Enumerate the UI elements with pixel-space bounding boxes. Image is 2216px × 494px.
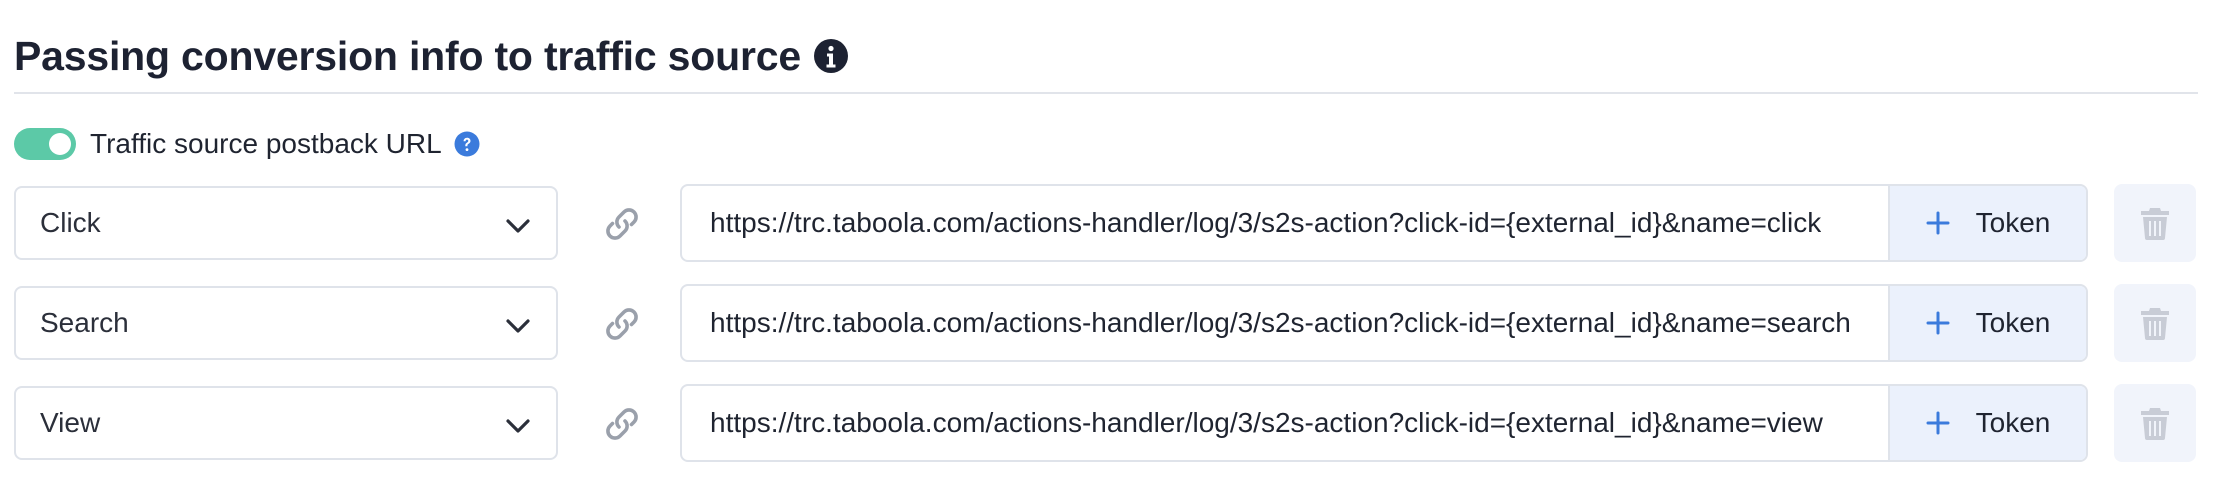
section-title-wrap: Passing conversion info to traffic sourc… bbox=[14, 28, 2198, 84]
event-select-value: Search bbox=[40, 307, 129, 338]
postback-url-field[interactable]: https://trc.taboola.com/actions-handler/… bbox=[680, 284, 2088, 362]
add-token-button[interactable]: Token bbox=[1888, 286, 2086, 360]
trash-icon bbox=[2141, 408, 2169, 440]
delete-row-button[interactable] bbox=[2114, 184, 2196, 262]
delete-row-button[interactable] bbox=[2114, 284, 2196, 362]
section-title: Passing conversion info to traffic sourc… bbox=[14, 33, 801, 79]
toggle-knob bbox=[49, 133, 71, 155]
add-token-label: Token bbox=[1975, 207, 2051, 238]
postback-url-input[interactable]: https://trc.taboola.com/actions-handler/… bbox=[682, 186, 1888, 260]
postback-toggle-row: Traffic source postback URL bbox=[14, 122, 480, 166]
link-icon bbox=[606, 308, 638, 340]
chevron-down-icon bbox=[506, 419, 530, 433]
add-token-button[interactable]: Token bbox=[1888, 386, 2086, 460]
postback-url-value: https://trc.taboola.com/actions-handler/… bbox=[710, 307, 1851, 338]
postback-url-input[interactable]: https://trc.taboola.com/actions-handler/… bbox=[682, 386, 1888, 460]
delete-row-button[interactable] bbox=[2114, 384, 2196, 462]
add-token-label: Token bbox=[1975, 407, 2051, 438]
postback-url-field[interactable]: https://trc.taboola.com/actions-handler/… bbox=[680, 184, 2088, 262]
chevron-down-icon bbox=[506, 219, 530, 233]
section-header: Passing conversion info to traffic sourc… bbox=[14, 28, 2198, 94]
postback-toggle[interactable] bbox=[14, 128, 76, 160]
trash-icon bbox=[2141, 208, 2169, 240]
postback-url-input[interactable]: https://trc.taboola.com/actions-handler/… bbox=[682, 286, 1888, 360]
link-icon bbox=[606, 408, 638, 440]
add-token-button[interactable]: Token bbox=[1888, 186, 2086, 260]
event-select[interactable]: View bbox=[14, 386, 558, 460]
add-token-label: Token bbox=[1975, 307, 2051, 338]
question-circle-icon[interactable] bbox=[454, 131, 480, 157]
event-select[interactable]: Click bbox=[14, 186, 558, 260]
postback-toggle-label: Traffic source postback URL bbox=[90, 128, 442, 159]
link-icon bbox=[606, 208, 638, 240]
trash-icon bbox=[2141, 308, 2169, 340]
event-select[interactable]: Search bbox=[14, 286, 558, 360]
info-circle-icon[interactable] bbox=[813, 38, 849, 74]
plus-icon bbox=[1926, 411, 1950, 435]
plus-icon bbox=[1926, 211, 1950, 235]
postback-url-value: https://trc.taboola.com/actions-handler/… bbox=[710, 407, 1823, 438]
chevron-down-icon bbox=[506, 319, 530, 333]
postback-url-value: https://trc.taboola.com/actions-handler/… bbox=[710, 207, 1822, 238]
plus-icon bbox=[1926, 311, 1950, 335]
event-select-value: View bbox=[40, 407, 101, 438]
event-select-value: Click bbox=[40, 207, 101, 238]
postback-url-field[interactable]: https://trc.taboola.com/actions-handler/… bbox=[680, 384, 2088, 462]
